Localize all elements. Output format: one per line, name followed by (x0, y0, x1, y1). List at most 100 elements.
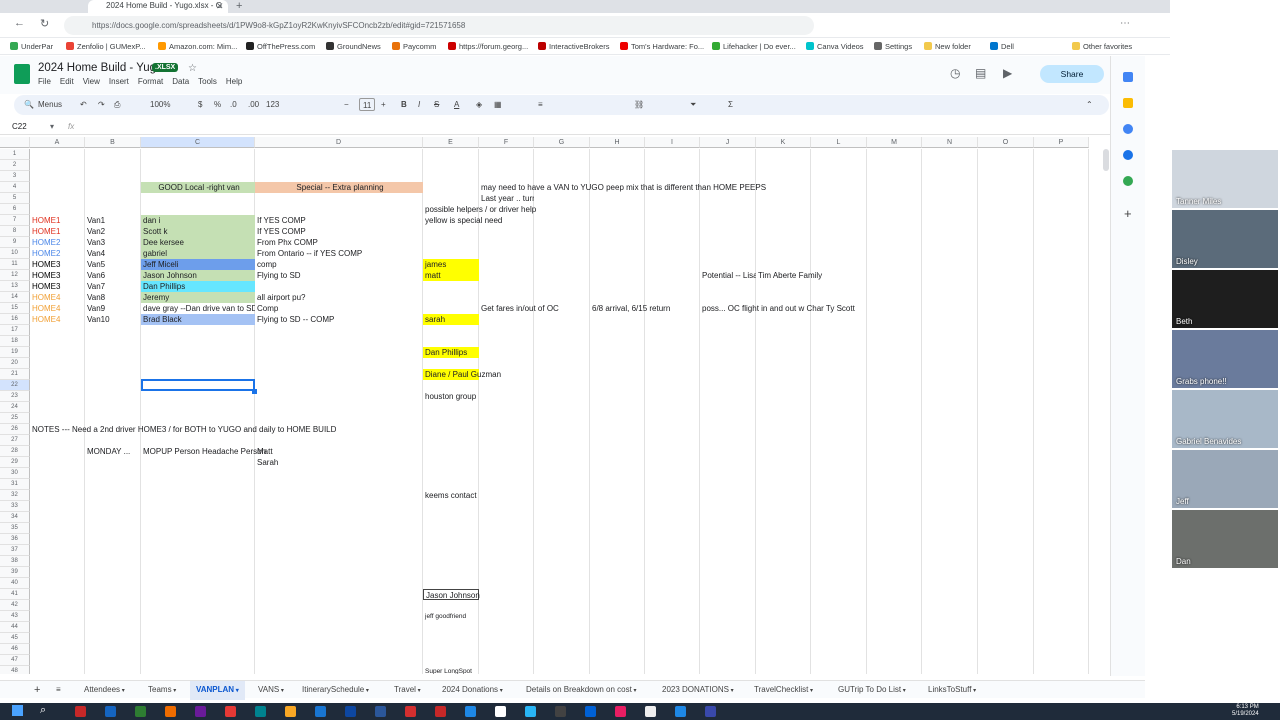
cell-e6[interactable]: possible helpers / or driver help (423, 204, 536, 215)
row-header[interactable]: 15 (0, 303, 30, 314)
menu-tools[interactable]: Tools (198, 77, 217, 86)
zoom-select[interactable]: 100% (150, 95, 170, 115)
cell-d7[interactable]: If YES COMP (255, 215, 423, 226)
cell-k12[interactable]: Tim Aberte Family (756, 270, 822, 281)
cell-c10[interactable]: gabriel (141, 248, 255, 259)
taskbar-app-icon[interactable] (495, 706, 506, 717)
participant-tile[interactable]: Tanner Miles (1172, 150, 1278, 208)
cell-f4[interactable]: may need to have a VAN to YUGO peep mix … (479, 182, 766, 193)
row-header[interactable]: 35 (0, 523, 30, 534)
row-header[interactable]: 3 (0, 171, 30, 182)
bookmark-item[interactable]: https://forum.georg... (448, 39, 528, 55)
row-header[interactable]: 20 (0, 358, 30, 369)
menu-dots-icon[interactable]: ⋯ (1120, 18, 1130, 29)
bookmark-item[interactable]: OffThePress.com (246, 39, 315, 55)
row-header[interactable]: 38 (0, 556, 30, 567)
column-header-h[interactable]: H (590, 137, 645, 148)
cell-e16[interactable]: sarah (423, 314, 479, 325)
menu-edit[interactable]: Edit (60, 77, 74, 86)
column-header-e[interactable]: E (423, 137, 479, 148)
row-header[interactable]: 37 (0, 545, 30, 556)
font-size-field[interactable]: 11 (359, 98, 376, 111)
decrease-decimal-button[interactable]: .0 (230, 95, 237, 115)
doc-title[interactable]: 2024 Home Build - Yugo (38, 62, 162, 74)
chevron-down-icon[interactable]: ▾ (364, 688, 369, 694)
cell-c14[interactable]: Jeremy (141, 292, 255, 303)
row-header[interactable]: 46 (0, 644, 30, 655)
row-header[interactable]: 42 (0, 600, 30, 611)
row-header[interactable]: 9 (0, 237, 30, 248)
cell-a10[interactable]: HOME2 (30, 248, 85, 259)
column-header-p[interactable]: P (1034, 137, 1089, 148)
cell-j12[interactable]: Potential -- Lisa (700, 270, 756, 281)
cell-d14[interactable]: all airport pu? (255, 292, 423, 303)
taskbar-app-icon[interactable] (435, 706, 446, 717)
sheet-tab[interactable]: 2023 DONATIONS ▾ (662, 681, 734, 700)
taskbar-app-icon[interactable] (255, 706, 266, 717)
cell-e7[interactable]: yellow is special need (423, 215, 502, 226)
taskbar-app-icon[interactable] (525, 706, 536, 717)
cell-b16[interactable]: Van10 (85, 314, 141, 325)
contacts-icon[interactable] (1123, 150, 1133, 160)
menu-file[interactable]: File (38, 77, 51, 86)
column-header-j[interactable]: J (700, 137, 756, 148)
row-header[interactable]: 27 (0, 435, 30, 446)
sheets-logo-icon[interactable] (14, 64, 30, 84)
sheet-tab[interactable]: LinksToStuff ▾ (928, 681, 976, 700)
sheet-tab[interactable]: Attendees ▾ (84, 681, 125, 700)
cell-a15[interactable]: HOME4 (30, 303, 85, 314)
undo-icon[interactable]: ↶ (80, 95, 87, 115)
row-header[interactable]: 34 (0, 512, 30, 523)
row-header[interactable]: 26 (0, 424, 30, 435)
row-header[interactable]: 47 (0, 655, 30, 666)
row-header[interactable]: 41 (0, 589, 30, 600)
sheet-tab[interactable]: 2024 Donations ▾ (442, 681, 503, 700)
sheet-tab[interactable]: TravelChecklist ▾ (754, 681, 813, 700)
cell-a14[interactable]: HOME4 (30, 292, 85, 303)
bookmark-item[interactable]: Tom's Hardware: Fo... (620, 39, 704, 55)
sheet-tab[interactable]: Teams ▾ (148, 681, 176, 700)
menu-data[interactable]: Data (172, 77, 189, 86)
cell-b7[interactable]: Van1 (85, 215, 141, 226)
row-header[interactable]: 21 (0, 369, 30, 380)
cell-e43[interactable]: jeff goodfriend (423, 611, 479, 622)
column-header-f[interactable]: F (479, 137, 534, 148)
meet-icon[interactable]: ▶ (1003, 66, 1012, 80)
menus-search[interactable]: Menus (38, 95, 62, 115)
row-header[interactable]: 45 (0, 633, 30, 644)
column-header-n[interactable]: N (922, 137, 978, 148)
row-header[interactable]: 10 (0, 248, 30, 259)
spreadsheet-grid[interactable]: A B C D E F G H I J K L M N O P 1 2 3 4 5 6 7 8 9 10 11 12 13 14 15 16 1… (0, 137, 1110, 674)
bookmark-item[interactable]: Amazon.com: Mim... (158, 39, 237, 55)
cell-f5[interactable]: Last year .. turned in some VANS in SanD… (479, 193, 534, 204)
taskbar-app-icon[interactable] (375, 706, 386, 717)
taskbar-app-icon[interactable] (615, 706, 626, 717)
participant-tile[interactable]: Disley (1172, 210, 1278, 268)
start-icon[interactable] (12, 705, 23, 716)
row-header[interactable]: 30 (0, 468, 30, 479)
sheet-tab[interactable]: Travel ▾ (394, 681, 421, 700)
grid-corner[interactable] (0, 137, 30, 148)
bookmark-item[interactable]: UnderPar (10, 39, 53, 55)
cell-e23[interactable]: houston group (423, 391, 479, 402)
cell-e32[interactable]: keems contact (423, 490, 479, 501)
row-header[interactable]: 17 (0, 325, 30, 336)
chevron-down-icon[interactable]: ▾ (279, 688, 284, 694)
taskbar-app-icon[interactable] (585, 706, 596, 717)
cell-d28[interactable]: Matt (255, 446, 423, 457)
taskbar-app-icon[interactable] (165, 706, 176, 717)
close-tab-icon[interactable]: ✕ (216, 1, 224, 12)
row-header[interactable]: 32 (0, 490, 30, 501)
italic-icon[interactable]: I (418, 95, 420, 115)
cell-h15[interactable]: 6/8 arrival, 6/15 return (590, 303, 670, 314)
taskbar-app-icon[interactable] (405, 706, 416, 717)
row-header[interactable]: 36 (0, 534, 30, 545)
functions-icon[interactable]: Σ (728, 95, 733, 115)
row-header[interactable]: 31 (0, 479, 30, 490)
row-header[interactable]: 7 (0, 215, 30, 226)
vertical-scrollbar[interactable] (1103, 149, 1109, 171)
row-header[interactable]: 29 (0, 457, 30, 468)
cell-d12[interactable]: Flying to SD (255, 270, 423, 281)
cell-e19[interactable]: Dan Phillips (423, 347, 479, 358)
strikethrough-icon[interactable]: S (434, 95, 439, 115)
